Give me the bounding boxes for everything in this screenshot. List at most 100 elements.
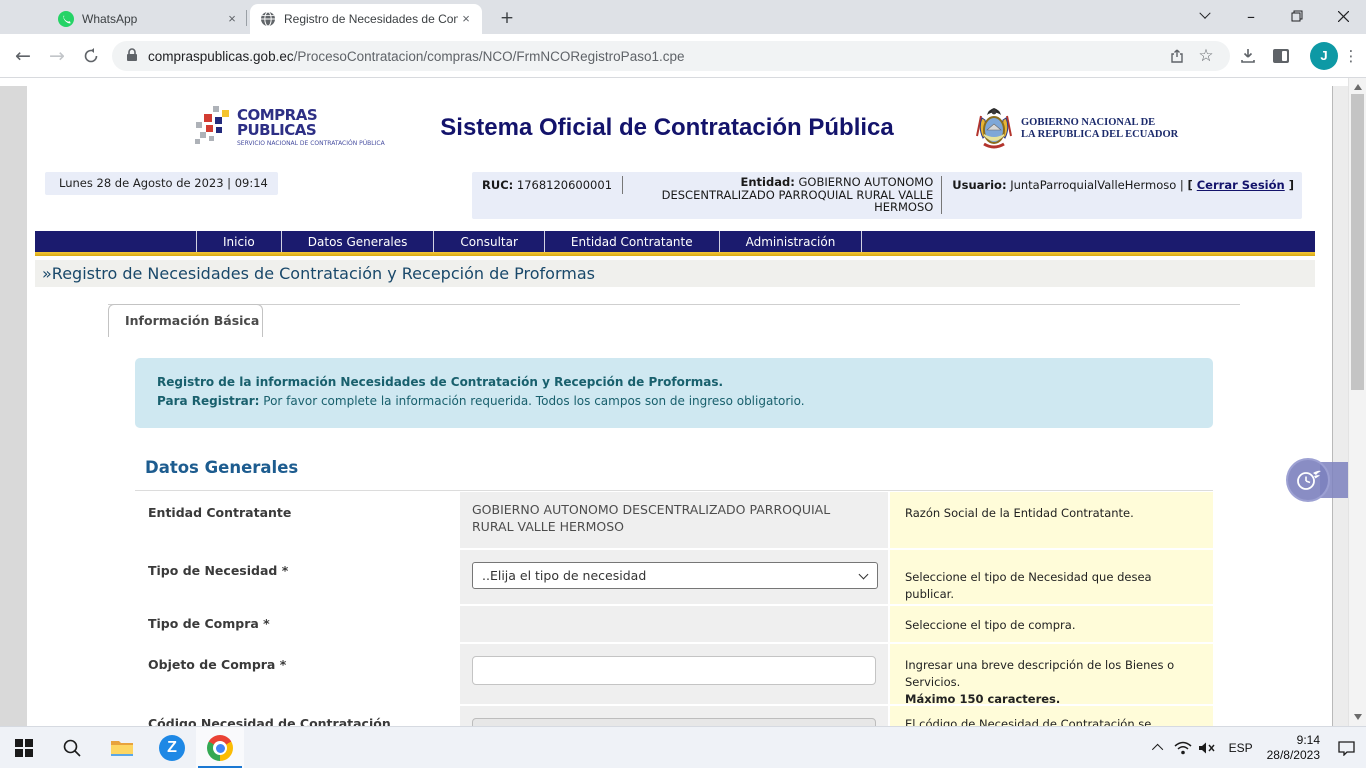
scroll-up-icon[interactable] [1354,84,1362,90]
scroll-down-icon[interactable] [1354,714,1362,720]
chrome-icon [207,735,233,761]
field-help: El código de Necesidad de Contratación s… [890,706,1213,726]
language-indicator[interactable]: ESP [1219,741,1263,755]
field-help: Seleccione el tipo de Necesidad que dese… [890,550,1213,604]
field-value-cell: ..Elija el tipo de necesidad [460,550,888,604]
page-scrollbar[interactable] [1348,78,1366,726]
zimbra-app-button[interactable]: Z [148,727,196,768]
form-row-entidad-contratante: Entidad Contratante GOBIERNO AUTONOMO DE… [135,492,1213,548]
screen: WhatsApp × Registro de Necesidades de Co… [0,0,1366,768]
notice-box: Registro de la información Necesidades d… [135,358,1213,428]
field-label: Entidad Contratante [135,492,460,548]
ecuador-crest-icon [975,106,1013,152]
tab-informacion-basica[interactable]: Información Básica [108,304,263,337]
tab-baseline [108,304,1240,305]
ruc-value: RUC: 1768120600001 [482,176,612,192]
tab-divider [246,10,247,26]
notice-line1: Registro de la información Necesidades d… [157,375,723,389]
field-label: Tipo de Necesidad * [135,550,460,604]
windows-logo-icon [15,739,33,757]
download-icon[interactable] [1233,41,1263,71]
tray-time: 9:14 [1297,733,1320,747]
datetime-box: Lunes 28 de Agosto de 2023 | 09:14 [45,172,278,195]
table-top-border [135,490,1213,491]
back-icon[interactable]: ← [8,41,38,71]
chrome-taskbar-button[interactable] [196,727,244,768]
window-menu-chevron-icon[interactable] [1182,0,1228,32]
file-explorer-button[interactable] [98,727,146,768]
tab-close-icon[interactable]: × [224,11,240,27]
tray-date: 28/8/2023 [1267,748,1320,762]
compras-publicas-logo: COMPRASPUBLICAS SERVICIO NACIONAL DE CON… [195,106,345,158]
webpage: COMPRASPUBLICAS SERVICIO NACIONAL DE CON… [27,78,1332,726]
bookmark-star-icon[interactable]: ☆ [1192,42,1220,70]
restore-button[interactable] [1274,0,1320,32]
reload-icon[interactable] [76,41,106,71]
user-value: Usuario: JuntaParroquialValleHermoso | [… [952,176,1294,192]
tab-close-icon[interactable]: × [458,11,474,27]
search-button[interactable] [48,727,96,768]
notification-center-button[interactable] [1326,727,1366,768]
logout-link[interactable]: Cerrar Sesión [1197,178,1285,192]
field-label: Código Necesidad de Contratación [135,706,460,726]
gobierno-nacional-logo: GOBIERNO NACIONAL DELA REPUBLICA DEL ECU… [975,106,1178,152]
entity-value: Entidad: GOBIERNO AUTONOMO DESCENTRALIZA… [651,176,933,214]
side-panel-icon[interactable] [1266,41,1296,71]
notification-icon [1338,741,1355,756]
notice-line2-label: Para Registrar: [157,394,259,408]
system-tray: ESP 9:14 28/8/2023 [1147,727,1366,768]
page-title: Sistema Oficial de Contratación Pública [367,114,967,142]
nav-item-consultar[interactable]: Consultar [434,231,545,252]
wifi-icon[interactable] [1171,727,1195,768]
field-label: Tipo de Compra * [135,606,460,642]
start-button[interactable] [0,727,48,768]
folder-icon [110,738,134,758]
field-help: Seleccione el tipo de compra. [890,606,1213,642]
breadcrumb: »Registro de Necesidades de Contratación… [35,260,1315,287]
volume-muted-icon[interactable] [1195,727,1219,768]
url-text: compraspublicas.gob.ec/ProcesoContrataci… [148,49,1164,64]
browser-menu-icon[interactable]: ⋮ [1340,41,1362,71]
field-value-cell [460,706,888,726]
tray-chevron-up-icon[interactable] [1147,727,1171,768]
nav-spacer [35,231,197,252]
gold-divider [35,252,1315,256]
address-bar[interactable]: compraspublicas.gob.ec/ProcesoContrataci… [112,41,1230,71]
new-tab-button[interactable]: + [494,6,520,32]
profile-avatar[interactable]: J [1310,42,1338,70]
notice-line2-text: Por favor complete la información requer… [259,394,804,408]
clock[interactable]: 9:14 28/8/2023 [1263,733,1326,763]
forward-icon: → [42,41,72,71]
winged-clock-widget[interactable] [1286,458,1330,502]
close-window-button[interactable] [1320,0,1366,32]
tab-title: Registro de Necesidades de Cont [284,12,458,26]
section-title: Datos Generales [145,458,298,477]
form-row-tipo-necesidad: Tipo de Necesidad * ..Elija el tipo de n… [135,550,1213,604]
logo-tagline: SERVICIO NACIONAL DE CONTRATACIÓN PÚBLIC… [237,140,385,147]
field-label: Objeto de Compra * [135,644,460,704]
codigo-necesidad-input [472,718,876,726]
share-icon[interactable] [1164,42,1192,70]
gov-logo-text: GOBIERNO NACIONAL DELA REPUBLICA DEL ECU… [1021,117,1178,141]
browser-tabstrip: WhatsApp × Registro de Necesidades de Co… [0,0,1366,34]
lock-icon [126,47,138,66]
tab-whatsapp[interactable]: WhatsApp × [48,4,248,34]
search-icon [62,738,82,758]
nav-item-inicio[interactable]: Inicio [197,231,282,252]
nav-spacer [862,231,1315,252]
page-right-margin [1332,86,1348,726]
tab-registro[interactable]: Registro de Necesidades de Cont × [250,4,482,34]
nav-item-administracion[interactable]: Administración [720,231,863,252]
scrollbar-thumb[interactable] [1351,94,1364,390]
objeto-compra-input[interactable] [472,656,876,685]
field-value: GOBIERNO AUTONOMO DESCENTRALIZADO PARROQ… [460,492,888,548]
minimize-button[interactable]: – [1228,0,1274,32]
tipo-necesidad-select[interactable]: ..Elija el tipo de necesidad [472,562,878,589]
main-navigation: Inicio Datos Generales Consultar Entidad… [35,231,1315,252]
chevron-down-icon [859,570,869,580]
select-value: ..Elija el tipo de necesidad [482,568,646,583]
form-row-codigo-necesidad: Código Necesidad de Contratación El códi… [135,706,1213,726]
nav-item-entidad-contratante[interactable]: Entidad Contratante [545,231,720,252]
nav-item-datos-generales[interactable]: Datos Generales [282,231,435,252]
whatsapp-icon [58,11,74,27]
